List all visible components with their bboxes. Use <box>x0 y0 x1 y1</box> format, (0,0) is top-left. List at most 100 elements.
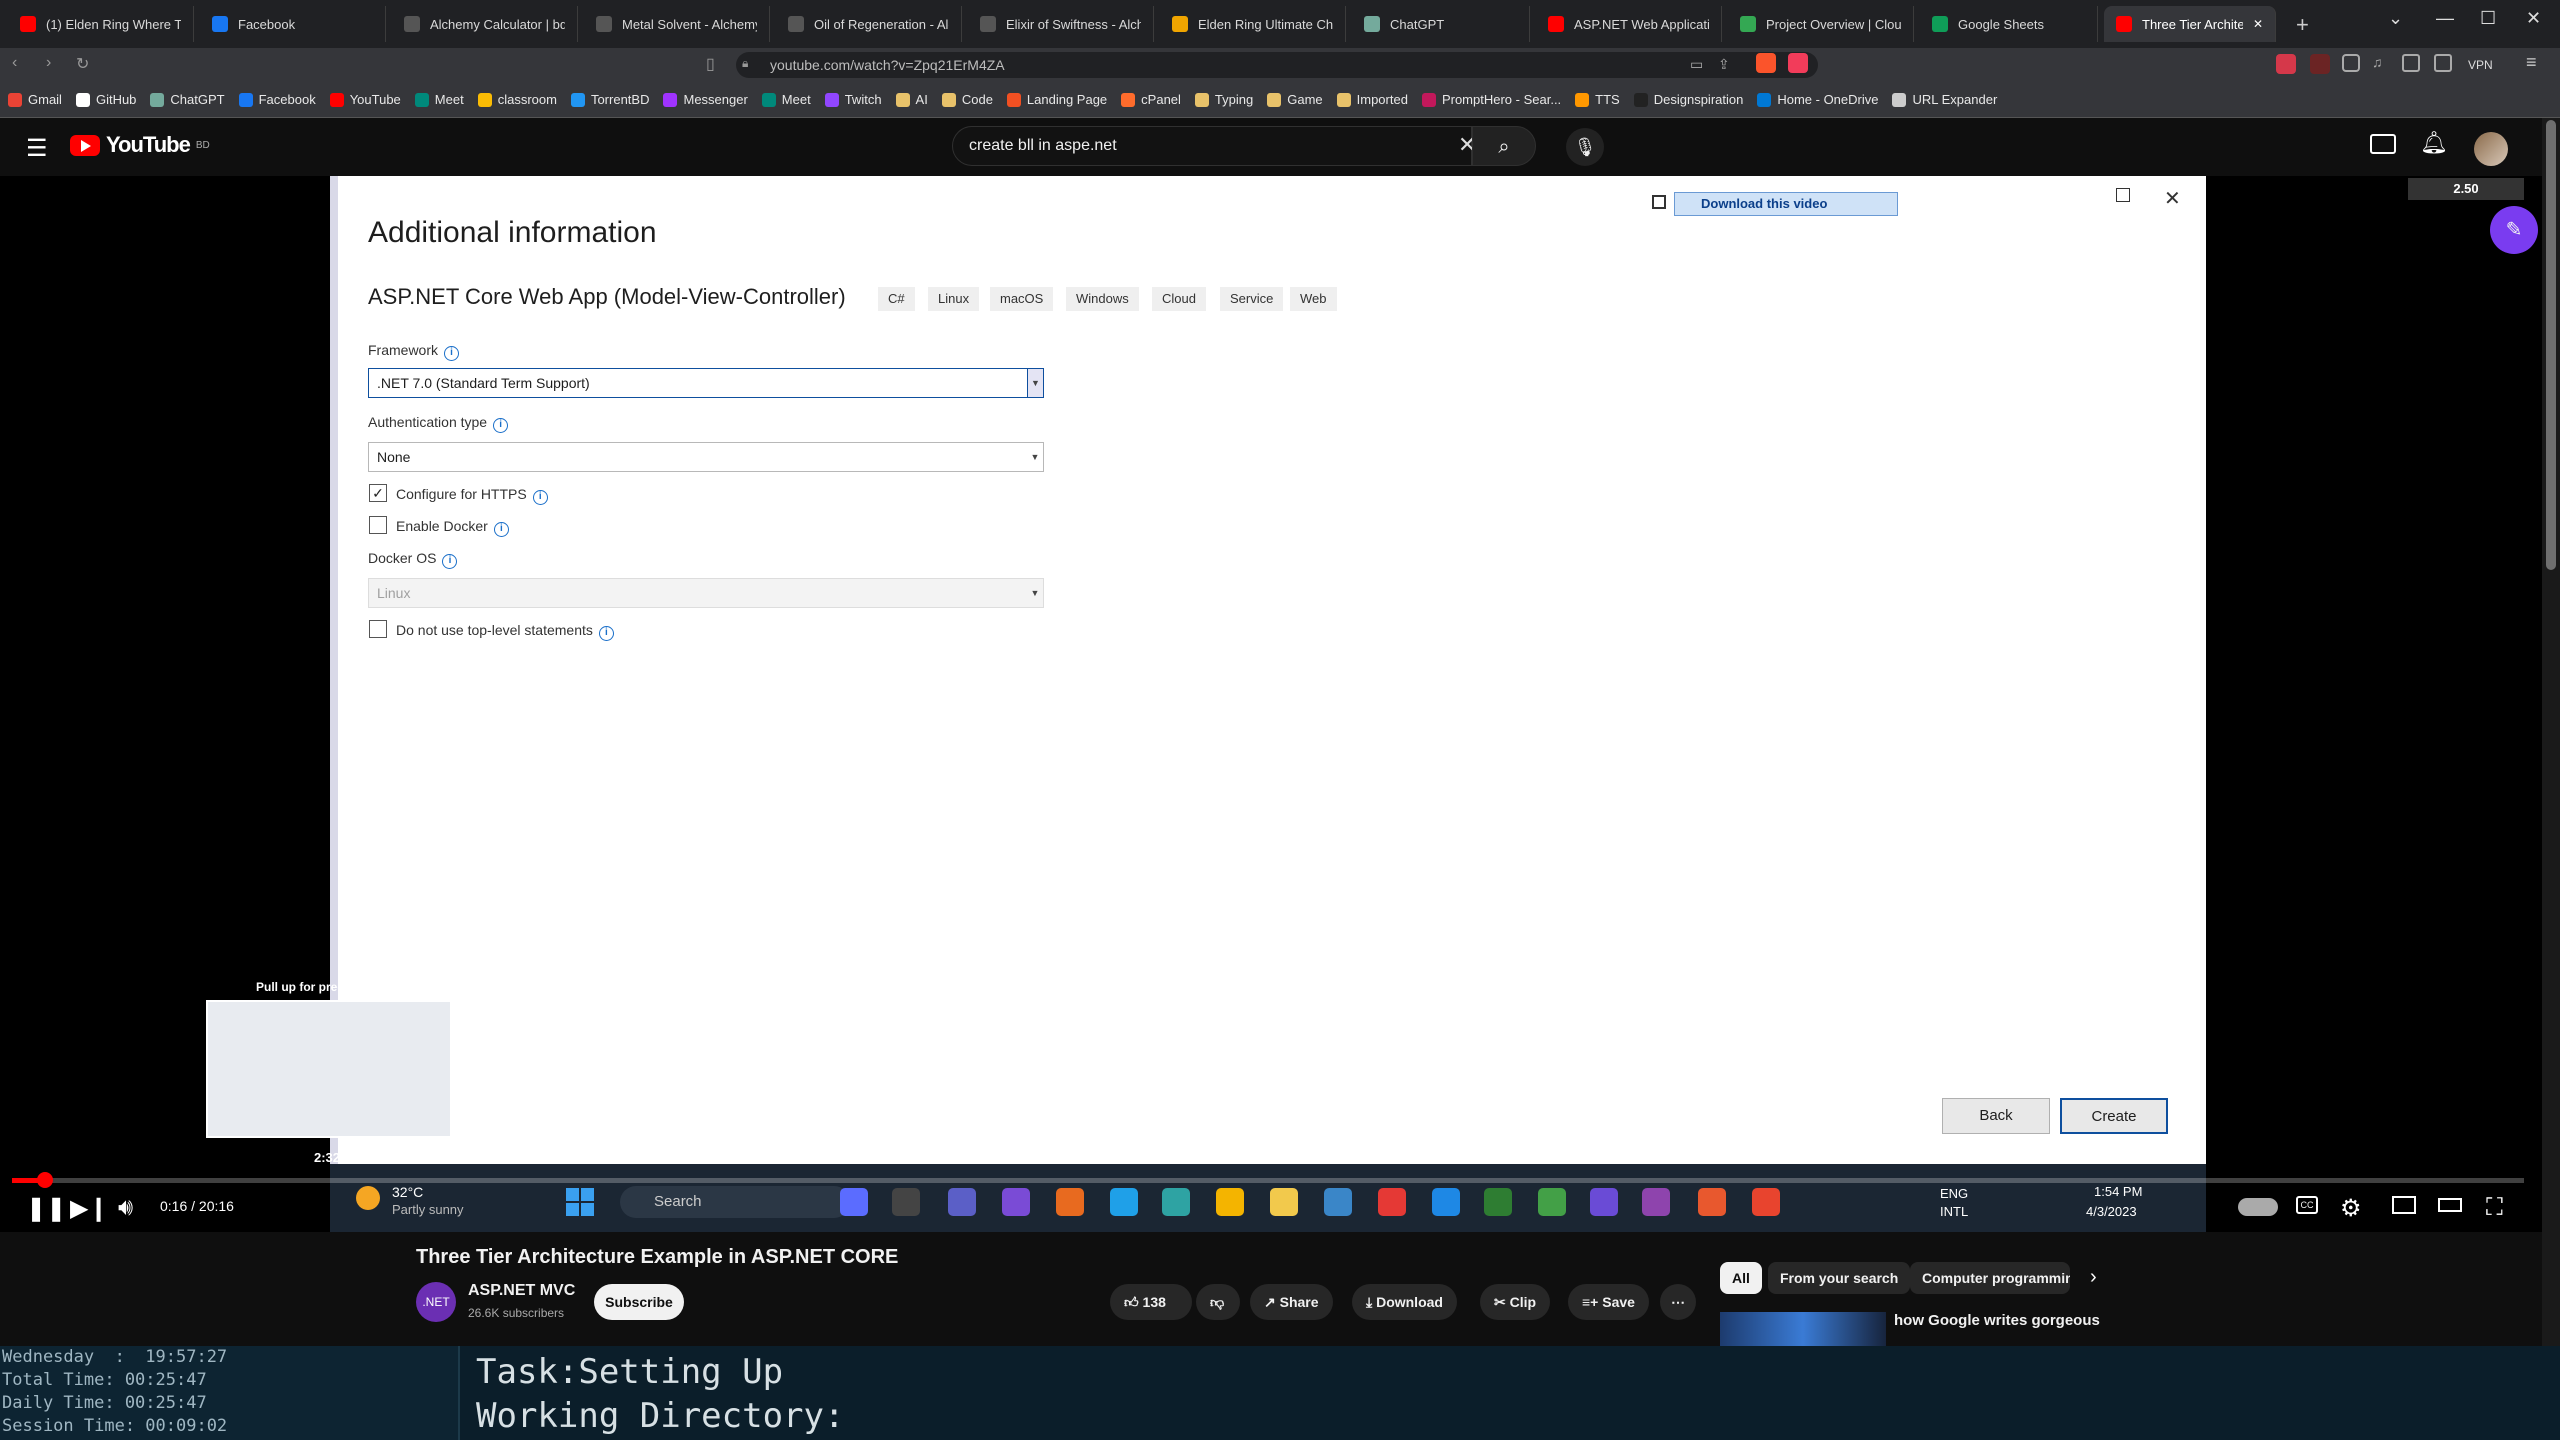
toplevel-info-icon[interactable]: i <box>598 626 614 641</box>
pause-icon[interactable]: ❚❚ <box>26 1194 66 1223</box>
minimize-button[interactable]: — <box>2436 8 2454 29</box>
bookmark-item[interactable]: Designspiration <box>1633 92 1743 107</box>
theater-mode-icon[interactable] <box>2438 1198 2462 1212</box>
copilot-icon[interactable] <box>840 1188 868 1216</box>
bookmark-item[interactable]: Home - OneDrive <box>1757 92 1878 107</box>
create-button[interactable]: Create <box>2060 1098 2168 1134</box>
music-icon[interactable]: ♫ <box>2372 54 2383 70</box>
visual-studio-2-icon[interactable] <box>1590 1188 1618 1216</box>
brave-rewards-icon[interactable] <box>1788 53 1808 73</box>
chevron-right-icon[interactable]: › <box>2090 1266 2097 1289</box>
extension-icon-2[interactable] <box>2310 54 2330 74</box>
browser-tab[interactable]: Oil of Regeneration - Alche <box>776 6 962 42</box>
share-icon[interactable]: ⇪ <box>1718 56 1730 73</box>
bookmark-item[interactable]: GitHub <box>75 92 136 107</box>
toplevel-checkbox[interactable] <box>369 620 387 638</box>
close-window-button[interactable]: ✕ <box>2526 8 2541 29</box>
playback-speed-badge[interactable]: 2.50 <box>2408 178 2524 200</box>
app-icon-5[interactable] <box>1752 1188 1780 1216</box>
dislike-button[interactable]: 👎︎ <box>1196 1284 1240 1320</box>
calculator-icon[interactable] <box>1324 1188 1352 1216</box>
bookmark-item[interactable]: Landing Page <box>1006 92 1107 107</box>
windows-start-icon[interactable] <box>566 1188 594 1216</box>
chip-computer-programming[interactable]: Computer programming <box>1910 1262 2070 1294</box>
progress-bar[interactable] <box>12 1178 2524 1183</box>
reload-icon[interactable]: ↻ <box>76 54 89 74</box>
dialog-close-icon[interactable]: ✕ <box>2164 186 2181 211</box>
powerpoint-icon[interactable] <box>1698 1188 1726 1216</box>
save-button[interactable]: ≡+ Save <box>1568 1284 1649 1320</box>
hamburger-menu-icon[interactable]: ☰ <box>26 134 48 163</box>
browser-tab[interactable]: ChatGPT <box>1352 6 1530 42</box>
progress-scrubber[interactable] <box>37 1172 53 1188</box>
voice-search-icon[interactable]: 🎙︎ <box>1566 128 1604 166</box>
browser-tab[interactable]: ASP.NET Web Application <box>1536 6 1722 42</box>
captions-icon[interactable]: CC <box>2296 1196 2318 1214</box>
share-button[interactable]: ↗ Share <box>1250 1284 1333 1320</box>
youtube-search-input[interactable]: create bll in aspe.net <box>952 126 1472 166</box>
visual-studio-icon[interactable] <box>1002 1188 1030 1216</box>
extensions-puzzle-icon[interactable] <box>2342 54 2360 72</box>
browser-tab[interactable]: (1) Elden Ring Where To Go <box>8 6 194 42</box>
bookmark-item[interactable]: Facebook <box>238 92 316 107</box>
task-view-icon[interactable] <box>892 1188 920 1216</box>
back-nav-icon[interactable]: ‹ <box>12 54 17 72</box>
wallet-icon[interactable] <box>2434 54 2452 72</box>
bookmark-item[interactable]: Meet <box>414 92 464 107</box>
bookmark-item[interactable]: Imported <box>1336 92 1408 107</box>
more-actions-button[interactable]: ⋯ <box>1660 1284 1696 1320</box>
forward-nav-icon[interactable]: › <box>46 54 51 72</box>
browser-tab[interactable]: Google Sheets <box>1920 6 2098 42</box>
bookmark-item[interactable]: cPanel <box>1121 92 1181 107</box>
youtube-logo[interactable]: YouTube BD <box>70 132 210 158</box>
https-info-icon[interactable]: i <box>532 490 548 505</box>
opera-icon[interactable] <box>1378 1188 1406 1216</box>
bookmark-item[interactable]: TTS <box>1575 92 1620 107</box>
volume-icon[interactable]: 🔊︎ <box>118 1194 133 1222</box>
brave-shield-icon[interactable] <box>1756 53 1776 73</box>
channel-avatar[interactable]: .NET <box>416 1282 456 1322</box>
bookmark-item[interactable]: TorrentBD <box>570 92 649 107</box>
app-icon-4[interactable] <box>1642 1188 1670 1216</box>
download-video-button[interactable]: Download this video <box>1674 192 1898 216</box>
blender-icon[interactable] <box>1056 1188 1084 1216</box>
bookmark-item[interactable]: PromptHero - Sear... <box>1421 92 1561 107</box>
miniplayer-icon[interactable] <box>2392 1196 2416 1214</box>
menu-icon[interactable]: ≡ <box>2526 52 2537 73</box>
browser-tab[interactable]: Metal Solvent - Alchemy Co <box>584 6 770 42</box>
browser-tab[interactable]: Elixir of Swiftness - Alchem <box>968 6 1154 42</box>
bookmark-item[interactable]: Twitch <box>824 92 882 107</box>
bookmark-item[interactable]: ChatGPT <box>150 92 225 107</box>
url-input[interactable]: youtube.com/watch?v=Zpq21ErM4ZA <box>736 52 1818 78</box>
https-checkbox[interactable]: ✓ <box>369 484 387 502</box>
close-tab-icon[interactable]: ✕ <box>2253 17 2263 31</box>
chip-from-search[interactable]: From your search <box>1768 1262 1911 1294</box>
tab-search-icon[interactable]: ⌄ <box>2388 8 2403 29</box>
auth-type-select[interactable]: None ▼ <box>368 442 1044 472</box>
file-explorer-icon[interactable] <box>1270 1188 1298 1216</box>
create-video-icon[interactable] <box>2370 134 2396 154</box>
back-button[interactable]: Back <box>1942 1098 2050 1134</box>
dialog-maximize-icon-2[interactable] <box>2116 188 2130 202</box>
install-icon[interactable]: ▭ <box>1690 56 1703 73</box>
download-button[interactable]: ⤓ Download <box>1352 1284 1457 1320</box>
autoplay-toggle[interactable] <box>2238 1198 2278 1216</box>
chip-all[interactable]: All <box>1720 1262 1762 1294</box>
sidebar-icon[interactable] <box>2402 54 2420 72</box>
bookmark-item[interactable]: AI <box>895 92 928 107</box>
recommended-title[interactable]: how Google writes gorgeous <box>1894 1312 2100 1329</box>
windows-search[interactable]: Search <box>620 1186 850 1218</box>
docker-checkbox[interactable] <box>369 516 387 534</box>
auth-info-icon[interactable]: i <box>493 418 509 433</box>
bookmark-item[interactable]: Meet <box>761 92 811 107</box>
fullscreen-icon[interactable]: ⛶ <box>2486 1194 2503 1222</box>
subscribe-button[interactable]: Subscribe <box>594 1284 684 1320</box>
docker-info-icon[interactable]: i <box>493 522 509 537</box>
app-icon[interactable] <box>1162 1188 1190 1216</box>
bookmark-item[interactable]: Messenger <box>663 92 748 107</box>
lock-icon[interactable]: 🔒︎ <box>742 56 748 71</box>
recommended-thumbnail[interactable] <box>1720 1312 1886 1346</box>
bookmark-item[interactable]: Gmail <box>8 92 62 107</box>
scrollbar-thumb[interactable] <box>2546 120 2556 570</box>
assistant-icon[interactable]: ✎ <box>2490 206 2538 254</box>
